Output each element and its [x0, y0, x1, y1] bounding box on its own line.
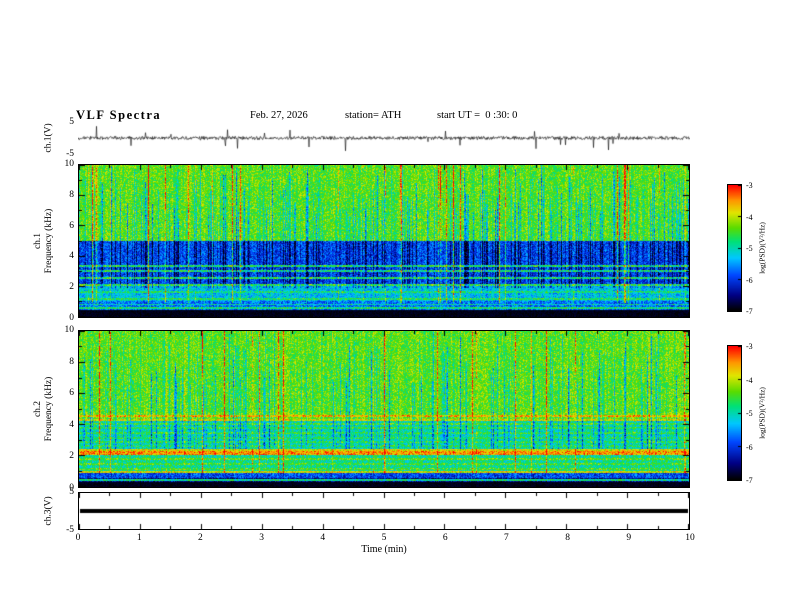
- ch1-spectrogram-panel: [78, 164, 690, 318]
- cbar1-tick--7: -7: [746, 307, 753, 316]
- ch1-spec-ytick-0: 0: [69, 313, 74, 323]
- time-xtick-10: 10: [685, 533, 695, 543]
- time-xtick-2: 2: [198, 533, 203, 543]
- ch1-spec-ytick-10: 10: [64, 159, 75, 169]
- time-xtick-0: 0: [75, 533, 81, 543]
- time-xtick-7: 7: [504, 533, 509, 543]
- ch1-wave-ytick-5: 5: [69, 117, 74, 127]
- ch1-spectrogram-canvas: [79, 165, 689, 317]
- ch1-wave-ytick--5: -5: [66, 149, 74, 159]
- ch2-spectrogram-panel: [78, 330, 690, 488]
- time-xtick-1: 1: [136, 533, 142, 543]
- colorbar-1: [727, 184, 742, 312]
- cbar1-tick--3: -3: [746, 181, 753, 190]
- ch3-wave-ytick-5: 5: [69, 487, 74, 497]
- ch1-waveform-canvas: [78, 122, 690, 154]
- time-axis-label: Time (min): [361, 544, 407, 555]
- ch2-spec-ytick-4: 4: [69, 419, 74, 430]
- cbar2-tick--4: -4: [746, 375, 753, 385]
- ch2-spec-ytick-8: 8: [69, 356, 74, 367]
- colorbar-2-canvas: [728, 346, 741, 480]
- colorbar-2-label: log(PSD)(V²/Hz): [757, 387, 767, 439]
- ch2-frequency-axis-label: ch.2 Frequency (kHz): [33, 377, 55, 442]
- cbar2-tick--5: -5: [746, 409, 753, 418]
- ch2-spectrogram-canvas: [79, 331, 689, 487]
- cbar1-tick--6: -6: [746, 275, 753, 285]
- cbar1-tick--4: -4: [746, 212, 753, 222]
- ch2-spec-ytick-2: 2: [69, 451, 74, 462]
- ch1-waveform-panel: [78, 122, 690, 154]
- ch1-spec-ytick-8: 8: [69, 189, 74, 200]
- ch1-frequency-axis-label: ch.1 Frequency (kHz): [33, 209, 55, 274]
- ch1-axis-label-line2: Frequency (kHz): [44, 208, 54, 274]
- ch1-spec-ytick-4: 4: [69, 251, 74, 262]
- ch2-axis-label-line1: ch.2: [33, 400, 43, 418]
- vlf-spectra-figure: VLF Spectra Feb. 27, 2026 station= ATH s…: [0, 0, 792, 612]
- time-xtick-5: 5: [381, 533, 387, 543]
- ch3-waveform-canvas: [79, 493, 689, 529]
- ch3-voltage-axis-label: ch.3(V): [43, 496, 54, 526]
- header-date: Feb. 27, 2026: [250, 110, 308, 121]
- ch2-axis-label-line2: Frequency (kHz): [44, 376, 54, 442]
- time-xtick-9: 9: [626, 533, 632, 543]
- cbar1-tick--5: -5: [746, 244, 753, 253]
- colorbar-2: [727, 345, 742, 481]
- cbar2-tick--3: -3: [746, 342, 753, 351]
- page-title: VLF Spectra: [76, 108, 162, 122]
- ch2-spec-ytick-6: 6: [69, 388, 74, 399]
- ch3-waveform-panel: [78, 492, 690, 530]
- header-station: station= ATH: [345, 110, 402, 121]
- ch1-spec-ytick-2: 2: [69, 282, 74, 293]
- time-xtick-3: 3: [259, 533, 264, 543]
- time-xtick-6: 6: [442, 533, 448, 543]
- colorbar-1-canvas: [728, 185, 741, 311]
- colorbar-1-label: log(PSD)(V²/Hz): [757, 222, 767, 274]
- time-xtick-4: 4: [320, 533, 326, 543]
- ch1-spec-ytick-6: 6: [69, 220, 74, 231]
- time-xtick-8: 8: [565, 533, 570, 543]
- cbar2-tick--7: -7: [746, 476, 753, 485]
- ch1-axis-label-line1: ch.1: [33, 232, 43, 250]
- cbar2-tick--6: -6: [746, 442, 753, 452]
- header-start-ut: start UT = 0 :30: 0: [437, 110, 518, 121]
- ch2-spec-ytick-10: 10: [64, 325, 75, 335]
